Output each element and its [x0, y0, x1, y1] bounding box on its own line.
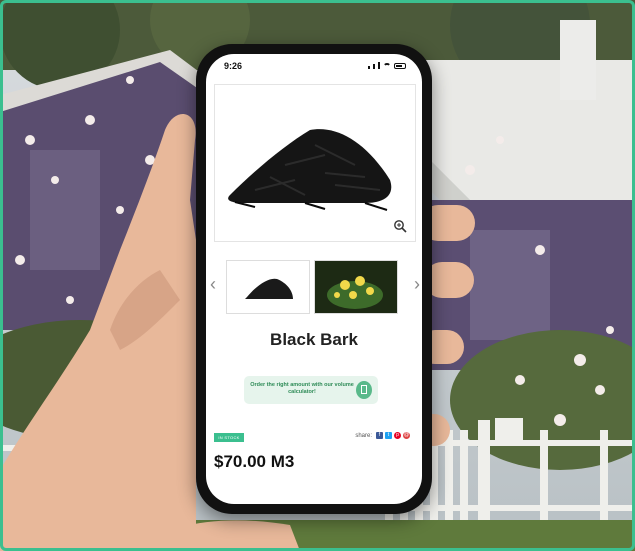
- signal-icon: [368, 66, 370, 69]
- smartphone: 9:26 ‹ › Black Bark Order the right amou…: [196, 44, 432, 514]
- phone-screen: 9:26 ‹ › Black Bark Order the right amou…: [206, 54, 422, 504]
- volume-calculator-banner[interactable]: Order the right amount with our volume c…: [244, 376, 378, 404]
- calculator-icon: [356, 381, 372, 399]
- flowers-thumbnail-image: [315, 261, 397, 313]
- wifi-icon: [383, 63, 391, 69]
- product-title: Black Bark: [270, 330, 358, 349]
- zoom-in-icon[interactable]: [393, 219, 407, 233]
- product-price: $70.00 M3: [214, 452, 295, 471]
- thumbnail-black-bark[interactable]: [226, 260, 310, 314]
- product-main-image[interactable]: [214, 84, 416, 242]
- bark-mulch-pile: [228, 129, 392, 211]
- status-bar: 9:26: [206, 54, 422, 80]
- facebook-icon[interactable]: f: [376, 432, 383, 439]
- status-icons: [368, 62, 406, 69]
- signal-icon: [373, 64, 375, 69]
- chevron-right-icon[interactable]: ›: [414, 274, 420, 295]
- share-label: share:: [355, 432, 372, 439]
- signal-icon: [378, 62, 380, 69]
- chevron-left-icon[interactable]: ‹: [210, 274, 216, 295]
- bark-thumbnail-image: [245, 278, 293, 299]
- pinterest-icon[interactable]: p: [394, 432, 401, 439]
- battery-icon: [394, 63, 406, 69]
- email-icon[interactable]: @: [403, 432, 410, 439]
- thumbnail-carousel: ‹ ›: [206, 256, 422, 316]
- share-bar: share: f t p @: [355, 432, 410, 439]
- twitter-icon[interactable]: t: [385, 432, 392, 439]
- calculator-banner-text: Order the right amount with our volume c…: [250, 382, 354, 395]
- stock-status-badge: IN STOCK: [214, 433, 244, 442]
- status-time: 9:26: [224, 61, 243, 71]
- thumbnail-garden-flowers[interactable]: [314, 260, 398, 314]
